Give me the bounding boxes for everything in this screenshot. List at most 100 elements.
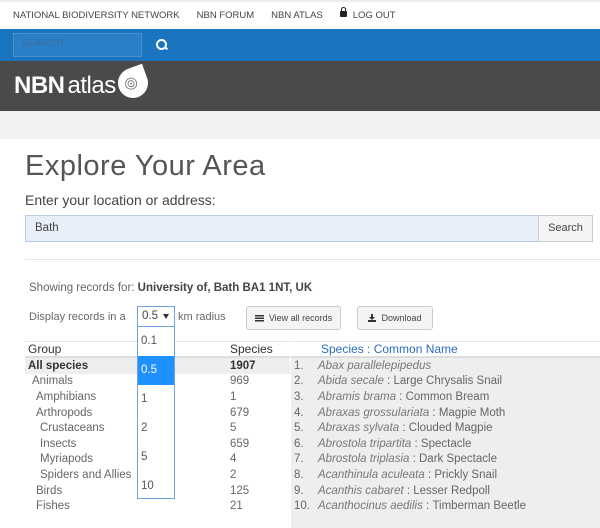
common-name: Common Bream	[405, 390, 490, 403]
species-list: 1. Abax parallelepipedus 2. Abida secale : …	[291, 358, 600, 528]
scientific-name: Abraxas sylvata	[318, 422, 400, 435]
species-row[interactable]: 9. Acanthis cabaret : Lesser Redpoll	[291, 483, 600, 499]
group-count: 659	[230, 437, 250, 450]
radius-option-selected[interactable]: 0.5	[138, 356, 174, 385]
group-count: 4	[230, 453, 237, 466]
separator: :	[399, 422, 409, 435]
separator: :	[411, 437, 421, 450]
group-name: Insects	[40, 437, 77, 450]
species-row[interactable]: 2. Abida secale : Large Chrysalis Snail	[291, 374, 600, 390]
nav-forum[interactable]: NBN FORUM	[197, 10, 255, 21]
scientific-name: Abrostola tripartita	[318, 437, 412, 450]
species-index: 1.	[294, 359, 304, 372]
group-name: Crustaceans	[40, 422, 105, 435]
location-label: Enter your location or address:	[25, 192, 216, 208]
common-name: Lesser Redpoll	[413, 484, 490, 497]
group-name: Birds	[36, 484, 63, 497]
common-name: Timberman Beetle	[432, 500, 526, 513]
nbn-atlas-logo[interactable]: NBN atlas	[14, 63, 152, 103]
group-count: 679	[230, 406, 250, 419]
species-table: Species : Common Name 1. Abax parallelepi…	[291, 341, 600, 528]
species-row[interactable]: 3. Abramis brama : Common Bream	[291, 389, 600, 405]
species-row[interactable]: 1. Abax parallelepipedus	[291, 358, 600, 374]
nav-nbn[interactable]: NATIONAL BIODIVERSITY NETWORK	[13, 10, 180, 21]
species-index: 4.	[294, 406, 304, 419]
species-index: 5.	[294, 422, 304, 435]
caret-down-icon	[163, 314, 169, 319]
nav-atlas[interactable]: NBN ATLAS	[271, 10, 323, 21]
species-row[interactable]: 5. Abraxas sylvata : Clouded Magpie	[291, 420, 600, 436]
species-row[interactable]: 6. Abrostola tripartita : Spectacle	[291, 436, 600, 452]
species-index: 10.	[294, 500, 310, 513]
group-name: Spiders and Allies	[40, 468, 132, 481]
radius-option[interactable]: 1	[138, 385, 174, 414]
species-row[interactable]: 10. Acanthocinus aedilis : Timberman Beet…	[291, 498, 600, 514]
species-index: 2.	[294, 375, 304, 388]
group-name: Amphibians	[36, 390, 97, 403]
group-count: 21	[230, 500, 243, 513]
search-icon[interactable]	[156, 38, 169, 52]
showing-prefix: Showing records for:	[29, 282, 135, 294]
radius-option[interactable]: 5	[138, 443, 174, 472]
download-icon	[368, 314, 377, 322]
header: NBN atlas	[0, 61, 600, 111]
download-button[interactable]: Download	[357, 306, 433, 330]
species-row[interactable]: 8. Acanthinula aculeata : Prickly Snail	[291, 467, 600, 483]
location-input[interactable]: Bath	[25, 215, 539, 242]
page-title: Explore Your Area	[25, 150, 266, 182]
radius-prefix: Display records in a	[29, 311, 126, 323]
separator: :	[429, 406, 439, 419]
species-header[interactable]: Species : Common Name	[291, 341, 600, 358]
spacer-bar	[0, 111, 600, 139]
radius-option[interactable]: 2	[138, 414, 174, 443]
species-index: 8.	[294, 468, 304, 481]
species-index: 9.	[294, 484, 304, 497]
radius-option[interactable]: 0.1	[138, 327, 174, 356]
logout-label: LOG OUT	[352, 10, 396, 21]
group-name: Animals	[32, 375, 73, 388]
separator: :	[409, 453, 419, 466]
group-count: 1907	[230, 359, 256, 372]
species-index: 6.	[294, 437, 304, 450]
logo-nbn: NBN	[14, 72, 65, 99]
group-name: Arthropods	[36, 406, 93, 419]
site-search-input[interactable]: SEARCH	[13, 33, 142, 57]
common-name: Prickly Snail	[434, 468, 498, 481]
view-all-label: View all records	[268, 313, 333, 323]
radius-dropdown: 0.1 0.5 1 2 5 10	[137, 326, 175, 499]
radius-option[interactable]: 10	[138, 472, 174, 501]
list-icon	[254, 314, 264, 322]
group-count: 5	[230, 422, 237, 435]
common-name: Clouded Magpie	[408, 422, 493, 435]
radius-select[interactable]: 0.5	[137, 306, 175, 327]
common-name: Magpie Moth	[438, 406, 506, 419]
common-name: Dark Spectacle	[419, 453, 497, 466]
group-count: 2	[230, 468, 237, 481]
scientific-name: Acanthocinus aedilis	[318, 500, 423, 513]
group-name: All species	[28, 359, 89, 372]
scientific-name: Abax parallelepipedus	[318, 359, 432, 372]
search-bar: SEARCH	[0, 29, 600, 61]
species-row[interactable]: 7. Abrostola triplasia : Dark Spectacle	[291, 452, 600, 468]
group-header: Group	[28, 342, 62, 356]
scientific-name: Abramis brama	[318, 390, 396, 403]
separator: :	[422, 500, 433, 513]
logout-link[interactable]: LOG OUT	[339, 7, 396, 21]
scientific-name: Abida secale	[318, 375, 384, 388]
species-count-header: Species	[230, 342, 273, 356]
scientific-name: Abrostola triplasia	[318, 453, 410, 466]
scientific-name: Abraxas grossulariata	[318, 406, 430, 419]
group-count: 125	[230, 484, 250, 497]
group-name: Myriapods	[40, 453, 94, 466]
common-name: Spectacle	[420, 437, 472, 450]
species-row[interactable]: 4. Abraxas grossulariata : Magpie Moth	[291, 405, 600, 421]
showing-records: Showing records for: University of, Bath…	[29, 282, 312, 294]
radius-value: 0.5	[142, 310, 158, 322]
separator: :	[424, 468, 435, 481]
search-button[interactable]: Search	[538, 215, 593, 242]
top-nav: NATIONAL BIODIVERSITY NETWORK NBN FORUM …	[0, 0, 600, 29]
showing-place: University of, Bath BA1 1NT, UK	[137, 282, 313, 294]
separator: :	[403, 484, 414, 497]
download-label: Download	[381, 313, 422, 323]
view-all-records-button[interactable]: View all records	[246, 306, 341, 330]
